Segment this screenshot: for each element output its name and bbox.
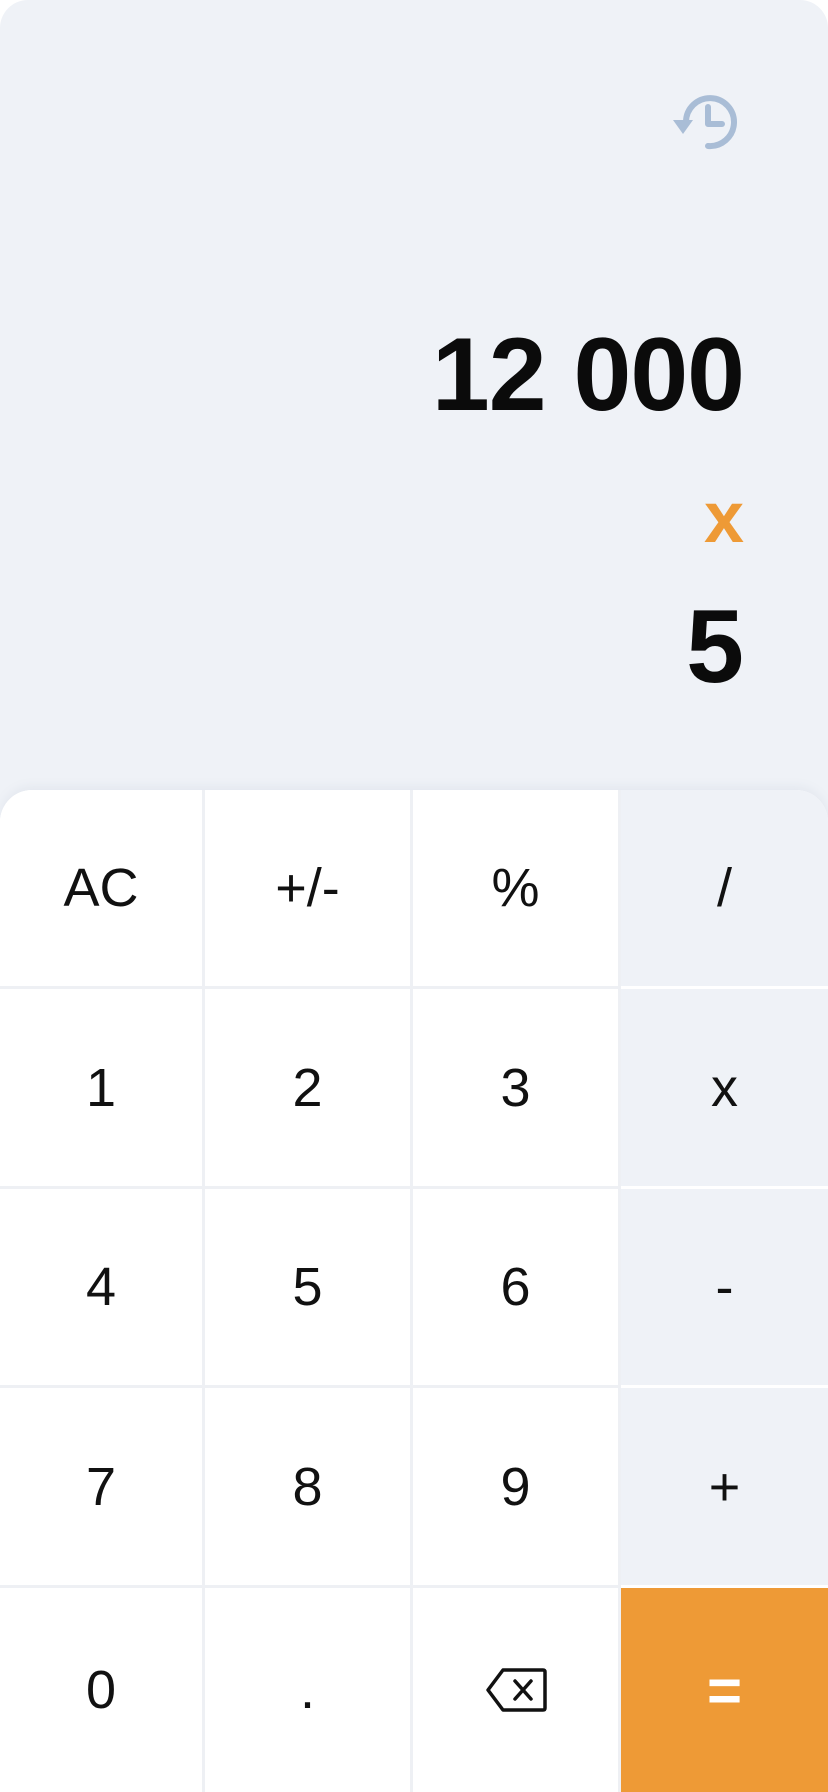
digit-1-button[interactable]: 1 <box>0 989 205 1189</box>
decimal-point-button[interactable]: . <box>205 1588 413 1792</box>
digit-9-button[interactable]: 9 <box>413 1388 621 1588</box>
sign-toggle-button[interactable]: +/- <box>205 790 413 989</box>
history-button[interactable] <box>668 82 748 162</box>
divide-button[interactable]: / <box>621 790 828 989</box>
backspace-icon <box>485 1668 547 1712</box>
digit-3-button[interactable]: 3 <box>413 989 621 1189</box>
all-clear-button[interactable]: AC <box>0 790 205 989</box>
digit-7-button[interactable]: 7 <box>0 1388 205 1588</box>
backspace-button[interactable] <box>413 1588 621 1792</box>
digit-2-button[interactable]: 2 <box>205 989 413 1189</box>
digit-0-button[interactable]: 0 <box>0 1588 205 1792</box>
digit-8-button[interactable]: 8 <box>205 1388 413 1588</box>
operator-display: x <box>703 478 744 558</box>
minus-button[interactable]: - <box>621 1189 828 1388</box>
calculator-app: 12 000 x 5 AC +/- % / 1 2 3 x 4 5 6 - 7 … <box>0 0 828 1792</box>
operand-2-display: 5 <box>686 589 744 705</box>
plus-button[interactable]: + <box>621 1388 828 1588</box>
digit-4-button[interactable]: 4 <box>0 1189 205 1388</box>
digit-6-button[interactable]: 6 <box>413 1189 621 1388</box>
operand-1-display: 12 000 <box>431 317 745 433</box>
keypad: AC +/- % / 1 2 3 x 4 5 6 - 7 8 9 + 0 . = <box>0 790 828 1792</box>
percent-button[interactable]: % <box>413 790 621 989</box>
equals-button[interactable]: = <box>621 1588 828 1792</box>
history-icon <box>673 95 737 150</box>
multiply-button[interactable]: x <box>621 989 828 1189</box>
digit-5-button[interactable]: 5 <box>205 1189 413 1388</box>
